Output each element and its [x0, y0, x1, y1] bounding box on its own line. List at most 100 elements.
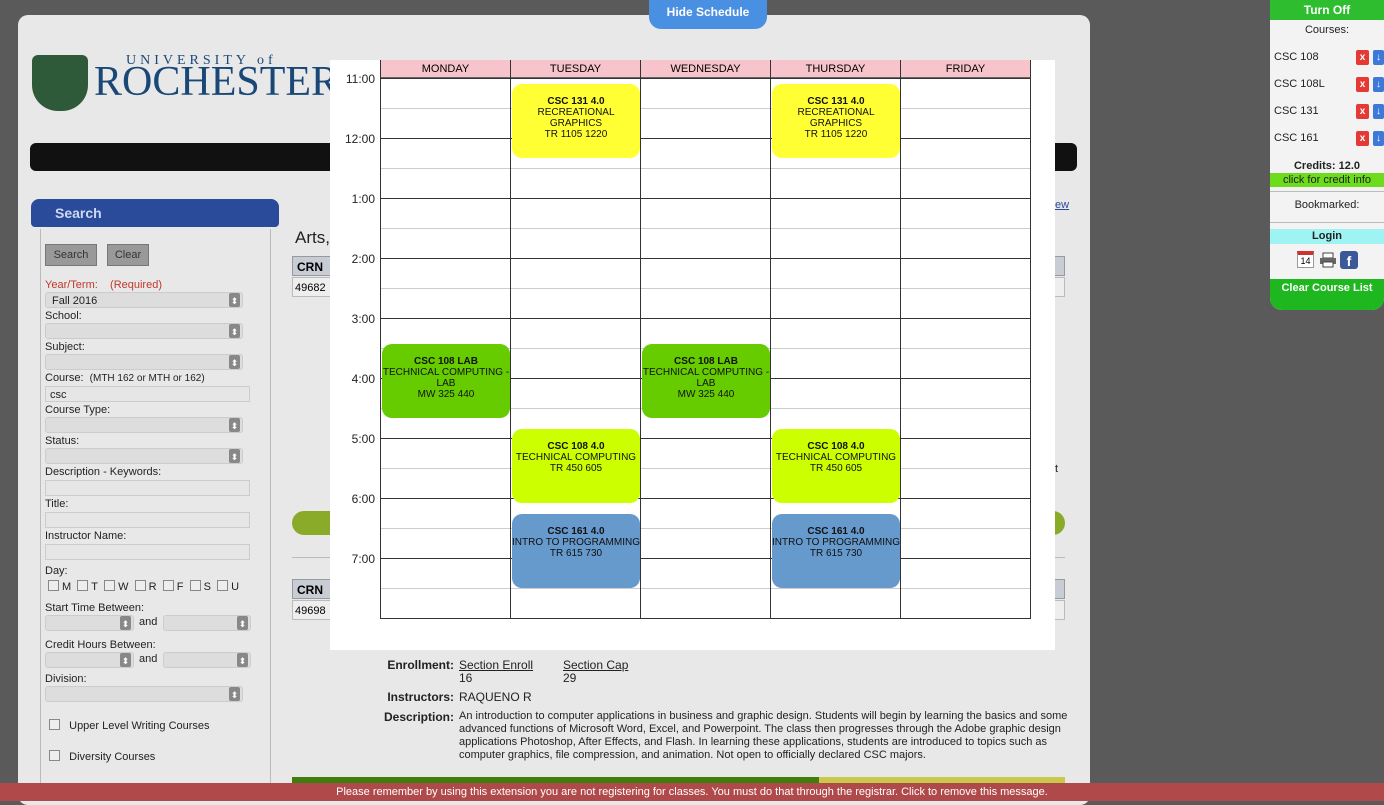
description-keywords-label: Description - Keywords:: [45, 466, 162, 478]
event-csc131-thu[interactable]: CSC 131 4.0 RECREATIONAL GRAPHICS TR 1105 …: [772, 84, 900, 158]
event-csc108lab-wed[interactable]: CSC 108 LAB TECHNICAL COMPUTING - LAB MW 3…: [642, 344, 770, 418]
grid-line: [640, 60, 641, 618]
grid-line: [380, 498, 1031, 499]
remove-course-icon[interactable]: x: [1356, 50, 1369, 65]
checkbox[interactable]: [49, 719, 60, 730]
year-term-label: Year/Term: (Required): [45, 279, 162, 291]
title-label: Title:: [45, 498, 69, 510]
credit-info-link[interactable]: click for credit info: [1270, 173, 1384, 187]
credit-from-select[interactable]: [45, 652, 134, 668]
instructors-label: Instructors:: [387, 690, 454, 704]
grid-line: [380, 438, 1031, 439]
description-label: Description:: [383, 710, 454, 724]
day-header-thursday: THURSDAY: [771, 60, 901, 78]
start-time-to-select[interactable]: [163, 615, 251, 631]
grid-line: [380, 60, 381, 618]
status-label: Status:: [45, 435, 80, 447]
course-input[interactable]: csc: [45, 386, 250, 402]
day-checkbox[interactable]: [48, 580, 59, 591]
credit-and-label: and: [139, 653, 158, 665]
remove-course-icon[interactable]: x: [1356, 131, 1369, 146]
title-input[interactable]: [45, 512, 250, 528]
clear-course-list-button[interactable]: Clear Course List: [1270, 279, 1384, 310]
time-label: 3:00: [351, 312, 375, 326]
grid-line: [380, 228, 1031, 229]
clear-button[interactable]: Clear: [107, 244, 149, 266]
calendar-icon[interactable]: 14: [1297, 251, 1314, 268]
course-item: CSC 108: [1274, 51, 1319, 63]
course-type-select[interactable]: [45, 417, 243, 433]
day-checkbox[interactable]: [162, 580, 174, 591]
time-label: 5:00: [351, 432, 375, 446]
status-select[interactable]: [45, 448, 243, 464]
event-csc161-thu[interactable]: CSC 161 4.0 INTRO TO PROGRAMMING TR 615 73…: [772, 514, 900, 588]
start-time-from-select[interactable]: [45, 615, 134, 631]
day-checkbox[interactable]: [104, 580, 116, 591]
course-type-label: Course Type:: [45, 404, 111, 416]
day-checkboxes[interactable]: M T W R F S U: [48, 580, 239, 593]
arts-heading: Arts,: [295, 228, 330, 247]
time-label: 7:00: [351, 552, 375, 566]
school-label: School:: [45, 310, 82, 322]
section-enroll-link[interactable]: Section Enroll: [459, 658, 533, 672]
move-down-icon[interactable]: ↓: [1373, 104, 1384, 119]
grid-line: [380, 288, 1031, 289]
facebook-icon[interactable]: f: [1340, 251, 1358, 269]
hide-schedule-button[interactable]: Hide Schedule: [649, 0, 767, 29]
time-label: 12:00: [344, 132, 375, 146]
time-label: 1:00: [351, 192, 375, 206]
credits-total: Credits: 12.0: [1293, 160, 1361, 172]
search-header: Search: [31, 199, 279, 227]
university-logo[interactable]: UNIVERSITY of ROCHESTER: [32, 52, 339, 112]
course-item: CSC 131: [1274, 105, 1319, 117]
school-select[interactable]: [45, 323, 243, 339]
checkbox[interactable]: [49, 750, 60, 761]
grid-line: [380, 528, 1031, 529]
courses-label: Courses:: [1304, 24, 1350, 36]
course-item: CSC 108L: [1274, 78, 1325, 90]
day-header-friday: FRIDAY: [901, 60, 1031, 78]
footer-message[interactable]: Please remember by using this extension …: [0, 783, 1384, 801]
credit-to-select[interactable]: [163, 652, 251, 668]
year-term-select[interactable]: Fall 2016: [45, 292, 243, 308]
upper-level-writing-checkbox[interactable]: Upper Level Writing Courses: [49, 719, 210, 732]
move-down-icon[interactable]: ↓: [1373, 131, 1384, 146]
move-down-icon[interactable]: ↓: [1373, 77, 1384, 92]
description-keywords-input[interactable]: [45, 480, 250, 496]
event-csc108-tue[interactable]: CSC 108 4.0 TECHNICAL COMPUTING TR 450 605: [512, 429, 640, 503]
remove-course-icon[interactable]: x: [1356, 104, 1369, 119]
remove-course-icon[interactable]: x: [1356, 77, 1369, 92]
diversity-checkbox[interactable]: Diversity Courses: [49, 750, 155, 763]
move-down-icon[interactable]: ↓: [1373, 50, 1384, 65]
credit-hours-label: Credit Hours Between:: [45, 639, 156, 651]
grid-line: [380, 588, 1031, 589]
subject-select[interactable]: [45, 354, 243, 370]
grid-line: [1030, 60, 1031, 618]
logo-rochester-text: ROCHESTER: [94, 59, 340, 105]
grid-line: [380, 168, 1031, 169]
time-label: 6:00: [351, 492, 375, 506]
view-link[interactable]: ew: [1055, 199, 1069, 211]
event-csc108lab-mon[interactable]: CSC 108 LAB TECHNICAL COMPUTING - LAB MW 3…: [382, 344, 510, 418]
print-icon[interactable]: [1319, 252, 1337, 268]
description-text: An introduction to computer applications…: [459, 710, 1068, 761]
division-select[interactable]: [45, 686, 243, 702]
day-checkbox[interactable]: [217, 580, 229, 591]
grid-line: [380, 108, 1031, 109]
day-checkbox[interactable]: [134, 580, 146, 591]
search-button[interactable]: Search: [45, 244, 97, 266]
day-header-tuesday: TUESDAY: [511, 60, 641, 78]
division-label: Division:: [45, 673, 87, 685]
instructor-name-input[interactable]: [45, 544, 250, 560]
day-checkbox[interactable]: [189, 580, 201, 591]
section-cap-link[interactable]: Section Cap: [563, 658, 628, 672]
event-csc131-tue[interactable]: CSC 131 4.0 RECREATIONAL GRAPHICS TR 1105 …: [512, 84, 640, 158]
turn-off-button[interactable]: Turn Off: [1270, 0, 1384, 20]
event-csc108-thu[interactable]: CSC 108 4.0 TECHNICAL COMPUTING TR 450 605: [772, 429, 900, 503]
day-checkbox[interactable]: [77, 580, 89, 591]
grid-line: [380, 558, 1031, 559]
event-csc161-tue[interactable]: CSC 161 4.0 INTRO TO PROGRAMMING TR 615 73…: [512, 514, 640, 588]
day-header-monday: MONDAY: [380, 60, 511, 78]
grid-line: [380, 468, 1031, 469]
login-button[interactable]: Login: [1270, 229, 1384, 244]
